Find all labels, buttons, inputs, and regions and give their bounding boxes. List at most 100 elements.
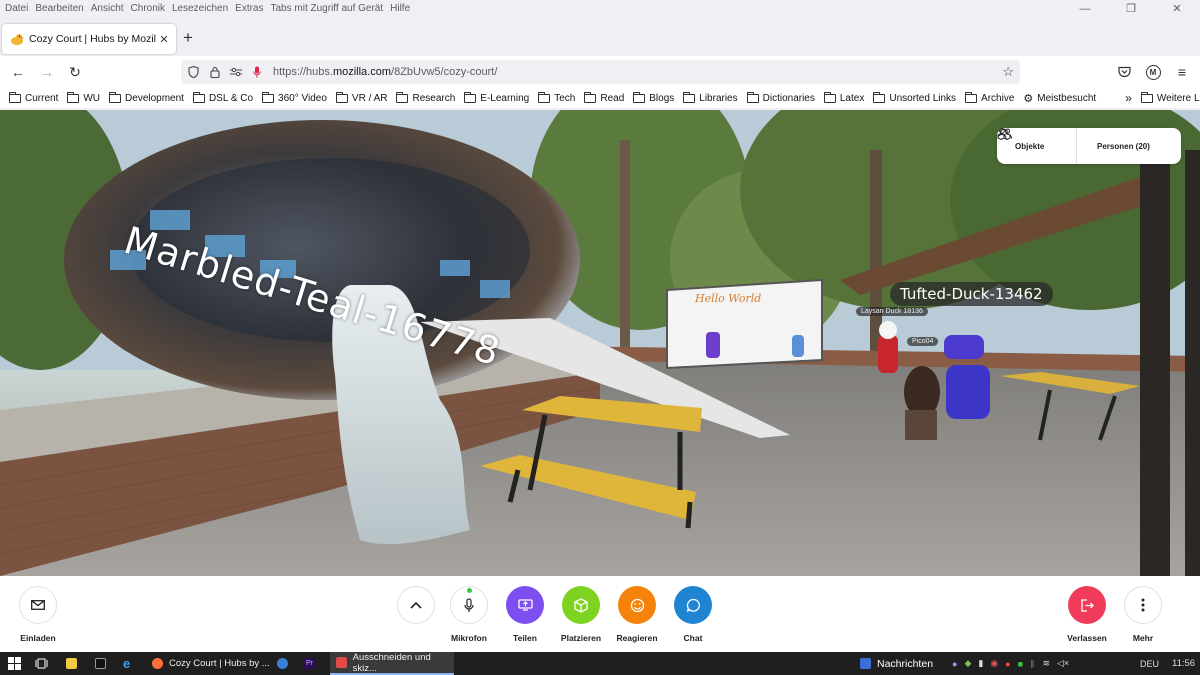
folder-icon xyxy=(683,91,696,103)
reload-button[interactable]: ↻ xyxy=(65,62,85,82)
mic-active-indicator xyxy=(467,588,472,593)
invite-button[interactable]: Einladen xyxy=(3,586,73,643)
tab-close-icon[interactable]: ✕ xyxy=(156,33,172,46)
firefox-icon xyxy=(152,658,163,669)
bookmark-label: WU xyxy=(83,92,101,104)
bookmark-e-learning[interactable]: E-Learning xyxy=(464,91,529,104)
bookmark-wu[interactable]: WU xyxy=(67,91,101,104)
more-vertical-icon xyxy=(1124,586,1162,624)
bookmark-360-video[interactable]: 360° Video xyxy=(262,91,327,104)
menu-item-bookmarks[interactable]: Lesezeichen xyxy=(172,3,228,14)
shield-icon[interactable] xyxy=(185,64,202,80)
taskbar-app-label: Cozy Court | Hubs by ... xyxy=(169,658,270,669)
tray-icons[interactable]: ● ◆ ▮ ◉ ● ■ ᛒ ≋ ◁× xyxy=(952,652,1076,675)
chat-button[interactable]: Chat xyxy=(658,586,728,643)
lock-icon[interactable] xyxy=(206,64,223,80)
people-button[interactable]: Personen (20) xyxy=(997,128,1150,151)
leave-label: Verlassen xyxy=(1067,633,1107,643)
permissions-icon[interactable] xyxy=(227,64,244,80)
menu-item-device-tabs[interactable]: Tabs mit Zugriff auf Gerät xyxy=(271,3,384,14)
menu-item-file[interactable]: Datei xyxy=(5,3,28,14)
url-domain: mozilla.com xyxy=(332,66,392,78)
bookmark-label: Tech xyxy=(554,92,576,104)
clock[interactable]: 11:56 xyxy=(1172,652,1195,675)
menu-item-view[interactable]: Ansicht xyxy=(91,3,124,14)
snipping-tool-icon xyxy=(336,657,347,668)
bookmark-more[interactable]: Weitere Lesezeichen xyxy=(1140,91,1200,104)
bookmark-research[interactable]: Research xyxy=(396,91,455,104)
bookmark-unsorted-links[interactable]: Unsorted Links xyxy=(873,91,956,104)
url-text[interactable]: https://hubs.mozilla.com/8ZbUvw5/cozy-co… xyxy=(273,66,497,78)
folder-icon xyxy=(109,91,122,103)
bookmark-label: Archive xyxy=(981,92,1015,104)
bookmark-current[interactable]: Current xyxy=(9,91,58,104)
folder-icon xyxy=(823,91,836,103)
app-icon-blue[interactable] xyxy=(277,652,294,675)
task-view-icon[interactable] xyxy=(35,652,48,675)
minimize-button[interactable]: — xyxy=(1062,0,1108,18)
menu-item-help[interactable]: Hilfe xyxy=(390,3,410,14)
bookmark-label: VR / AR xyxy=(351,92,388,104)
close-window-button[interactable]: ✕ xyxy=(1154,0,1200,18)
edge-icon[interactable]: e xyxy=(123,652,130,675)
taskbar-firefox[interactable]: Cozy Court | Hubs by ... xyxy=(146,652,270,675)
folder-icon xyxy=(965,91,978,103)
folder-icon xyxy=(1140,91,1153,103)
bookmark-label: DSL & Co xyxy=(208,92,254,104)
language-indicator[interactable]: DEU xyxy=(1140,652,1159,675)
pocket-icon[interactable] xyxy=(1114,62,1134,82)
more-button[interactable]: Mehr xyxy=(1108,586,1178,643)
url-bar[interactable]: https://hubs.mozilla.com/8ZbUvw5/cozy-co… xyxy=(181,60,1020,84)
account-avatar[interactable]: M xyxy=(1143,62,1163,82)
screen-share-icon xyxy=(506,586,544,624)
hubs-3d-scene[interactable]: Marbled-Teal-16778 Tufted-Duck-13462 Lay… xyxy=(0,110,1200,576)
bluetooth-icon: ᛒ xyxy=(1030,658,1036,669)
bookmark-archive[interactable]: Archive xyxy=(965,91,1015,104)
account-initial: M xyxy=(1145,64,1161,80)
new-tab-button[interactable]: + xyxy=(183,28,193,48)
bookmark-dsl[interactable]: DSL & Co xyxy=(192,91,254,104)
bookmark-star-icon[interactable]: ☆ xyxy=(1002,64,1014,80)
premiere-icon[interactable]: Pr xyxy=(304,652,321,675)
menu-item-tools[interactable]: Extras xyxy=(235,3,263,14)
exit-icon xyxy=(1068,586,1106,624)
menu-bar: Datei Bearbeiten Ansicht Chronik Lesezei… xyxy=(0,0,1200,16)
chevron-up-icon xyxy=(397,586,435,624)
scene-top-buttons: Objekte Personen (20) xyxy=(997,128,1181,164)
windows-start-icon[interactable] xyxy=(8,652,21,675)
restore-button[interactable]: ❐ xyxy=(1108,0,1154,18)
people-label: Personen (20) xyxy=(1097,141,1150,151)
taskbar-snipping-tool[interactable]: Ausschneiden und skiz... xyxy=(330,652,454,675)
folder-icon xyxy=(464,91,477,103)
microphone-permission-icon[interactable] xyxy=(248,64,265,80)
forward-button[interactable]: → xyxy=(37,62,57,82)
scene-illustration xyxy=(0,110,1200,576)
expand-button[interactable] xyxy=(396,586,436,624)
bookmark-label: Blogs xyxy=(649,92,675,104)
bookmark-libraries[interactable]: Libraries xyxy=(683,91,738,104)
tab-cozy-court[interactable]: Cozy Court | Hubs by Mozilla ✕ xyxy=(2,24,176,54)
bookmark-tech[interactable]: Tech xyxy=(538,91,576,104)
bookmark-dictionaries[interactable]: Dictionaries xyxy=(746,91,815,104)
bookmarks-overflow-button[interactable]: » xyxy=(1125,91,1132,105)
bookmark-most-visited[interactable]: ⚙ Meistbesucht xyxy=(1023,92,1096,105)
folder-icon xyxy=(538,91,551,103)
news-widget[interactable]: Nachrichten xyxy=(860,652,933,675)
hamburger-menu-icon[interactable]: ≡ xyxy=(1172,62,1192,82)
blue-app-shape xyxy=(277,658,288,669)
back-button[interactable]: ← xyxy=(8,62,28,82)
navigation-bar: ← → ↻ https://hubs.mozilla.com/8ZbUvw5/c… xyxy=(0,56,1200,88)
duck-favicon-icon xyxy=(10,32,24,46)
bookmark-latex[interactable]: Latex xyxy=(823,91,864,104)
nametag-tufted-duck: Tufted-Duck-13462 xyxy=(890,282,1053,306)
terminal-icon[interactable] xyxy=(95,652,112,675)
bookmark-read[interactable]: Read xyxy=(584,91,624,104)
bookmark-vr-ar[interactable]: VR / AR xyxy=(335,91,388,104)
bookmark-blogs[interactable]: Blogs xyxy=(633,91,675,104)
menu-item-history[interactable]: Chronik xyxy=(131,3,165,14)
file-explorer-icon[interactable] xyxy=(66,652,83,675)
react-label: Reagieren xyxy=(616,633,658,643)
bookmark-development[interactable]: Development xyxy=(109,91,184,104)
menu-item-edit[interactable]: Bearbeiten xyxy=(35,3,83,14)
folder-icon xyxy=(633,91,646,103)
